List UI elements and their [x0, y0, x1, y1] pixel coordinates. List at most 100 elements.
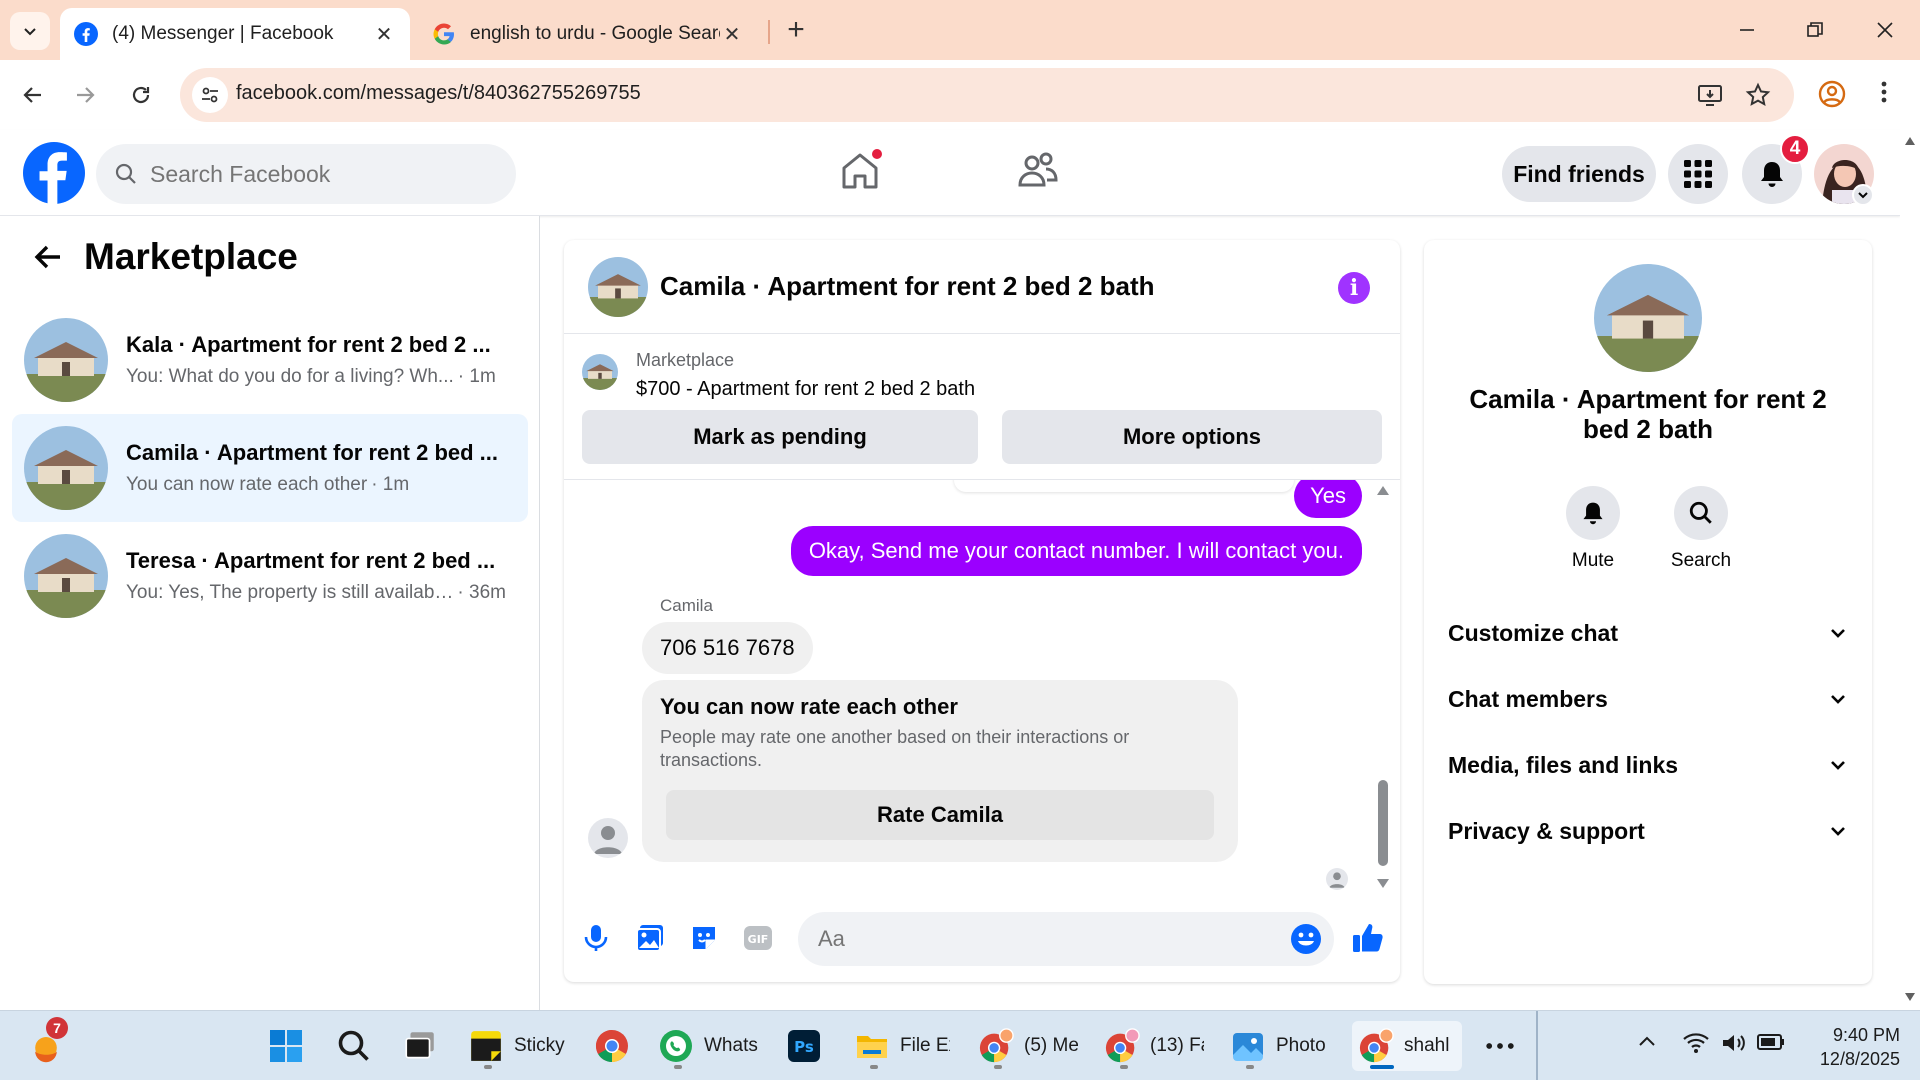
- message-input-box[interactable]: [798, 912, 1334, 966]
- more-options-button[interactable]: More options: [1002, 410, 1382, 464]
- bell-icon: [1761, 162, 1783, 187]
- facebook-logo[interactable]: [23, 142, 85, 204]
- chevron-down-icon: [1858, 192, 1868, 199]
- home-tab[interactable]: [838, 148, 882, 197]
- outgoing-message[interactable]: Okay, Send me your contact number. I wil…: [790, 526, 1362, 576]
- incoming-message[interactable]: 706 516 7678: [642, 622, 813, 674]
- taskbar-app-file-explorer[interactable]: File Ex: [848, 1021, 956, 1071]
- volume-button[interactable]: [1720, 1031, 1748, 1055]
- bookmark-button[interactable]: [1744, 81, 1772, 109]
- facebook-search[interactable]: [96, 144, 516, 204]
- taskbar-app-chrome-messenger[interactable]: (5) Me: [972, 1021, 1084, 1071]
- info-icon[interactable]: i: [1338, 272, 1370, 304]
- like-button[interactable]: [1348, 918, 1388, 958]
- find-friends-button[interactable]: Find friends: [1502, 146, 1656, 202]
- message-input[interactable]: [818, 926, 1278, 952]
- battery-button[interactable]: [1756, 1031, 1786, 1053]
- preview-message: You: Yes, The property is still availabl…: [126, 582, 454, 603]
- preview-message: You: What do you do for a living? Wh...: [126, 366, 454, 387]
- privacy-support-section[interactable]: Privacy & support: [1448, 806, 1848, 856]
- taskbar-app-chrome-active[interactable]: shahl: [1352, 1021, 1462, 1071]
- install-app-button[interactable]: [1696, 81, 1724, 109]
- show-hidden-icons-button[interactable]: [1636, 1031, 1658, 1053]
- chrome-profile-icon: [1359, 1028, 1394, 1063]
- listing-title[interactable]: $700 - Apartment for rent 2 bed 2 bath: [636, 378, 975, 401]
- rate-camila-button[interactable]: Rate Camila: [666, 790, 1214, 840]
- minimize-button[interactable]: [1722, 8, 1772, 52]
- task-view-button[interactable]: [396, 1021, 444, 1071]
- taskbar-app-label: File Ex: [900, 1035, 950, 1056]
- chrome-profile-icon: [1105, 1028, 1140, 1063]
- address-bar[interactable]: facebook.com/messages/t/840362755269755: [180, 68, 1794, 122]
- conversation-item-teresa[interactable]: Teresa · Apartment for rent 2 bed ... Yo…: [12, 522, 528, 630]
- scroll-down-icon[interactable]: [1904, 992, 1916, 1002]
- voice-clip-button[interactable]: [576, 918, 616, 958]
- close-tab-icon[interactable]: ✕: [372, 22, 396, 46]
- sticker-icon: [693, 927, 715, 949]
- attach-media-button[interactable]: [630, 918, 670, 958]
- emoji-icon[interactable]: [1290, 923, 1322, 955]
- star-icon: [1745, 82, 1771, 107]
- conversation-item-kala[interactable]: Kala · Apartment for rent 2 bed 2 ... Yo…: [12, 306, 528, 414]
- running-indicator: [1120, 1065, 1128, 1069]
- taskbar-app-chrome[interactable]: [588, 1021, 636, 1071]
- mark-as-pending-button[interactable]: Mark as pending: [582, 410, 978, 464]
- sticker-button[interactable]: [684, 918, 724, 958]
- chat-title[interactable]: Camila · Apartment for rent 2 bed 2 bath: [660, 271, 1155, 302]
- taskbar-separator: [1536, 1011, 1538, 1080]
- search-input[interactable]: [150, 160, 480, 188]
- taskbar-app-chrome-facebook[interactable]: (13) Fa: [1098, 1021, 1210, 1071]
- outgoing-message[interactable]: Yes: [1294, 480, 1362, 518]
- chat-scrollbar[interactable]: [1374, 480, 1392, 898]
- taskbar-search-button[interactable]: [330, 1021, 378, 1071]
- scroll-down-icon[interactable]: [1376, 878, 1390, 890]
- chat-avatar[interactable]: [588, 256, 648, 317]
- reload-icon: [132, 86, 150, 104]
- gif-button[interactable]: GIF: [738, 918, 778, 958]
- sender-avatar[interactable]: [588, 818, 628, 858]
- weather-badge: 7: [46, 1017, 68, 1039]
- chrome-profile-button[interactable]: [1818, 80, 1846, 113]
- chrome-menu-button[interactable]: [1870, 78, 1898, 111]
- network-button[interactable]: [1682, 1031, 1710, 1055]
- taskbar-app-photoshop[interactable]: Ps: [780, 1021, 828, 1071]
- taskbar-overflow-button[interactable]: [1476, 1021, 1524, 1071]
- reload-button[interactable]: [120, 74, 162, 116]
- default-avatar-icon: [594, 826, 622, 854]
- taskbar-app-whatsapp[interactable]: Whats: [652, 1021, 768, 1071]
- tab-google-search[interactable]: english to urdu - Google Search ✕: [418, 8, 758, 60]
- customize-chat-section[interactable]: Customize chat: [1448, 608, 1848, 658]
- details-avatar[interactable]: [1594, 264, 1702, 372]
- account-menu-chevron[interactable]: [1852, 184, 1874, 206]
- scroll-up-icon[interactable]: [1376, 484, 1390, 496]
- media-files-links-section[interactable]: Media, files and links: [1448, 740, 1848, 790]
- conversation-item-camila[interactable]: Camila · Apartment for rent 2 bed ... Yo…: [12, 414, 528, 522]
- forward-button[interactable]: [64, 74, 106, 116]
- preview-time: · 1m: [457, 366, 496, 387]
- menu-button[interactable]: [1668, 144, 1728, 204]
- system-clock[interactable]: 9:40 PM 12/8/2025: [1800, 1023, 1900, 1071]
- listing-thumbnail[interactable]: [582, 354, 618, 390]
- new-tab-button[interactable]: +: [778, 12, 814, 48]
- tab-search-button[interactable]: [10, 12, 50, 50]
- start-button[interactable]: [262, 1021, 310, 1071]
- back-button[interactable]: [12, 74, 54, 116]
- friends-tab[interactable]: [1016, 148, 1060, 197]
- page-scrollbar[interactable]: [1900, 130, 1920, 1010]
- mute-button[interactable]: [1566, 486, 1620, 540]
- taskbar-app-photos[interactable]: Photo: [1224, 1021, 1338, 1071]
- close-window-button[interactable]: [1860, 8, 1910, 52]
- site-info-button[interactable]: [192, 77, 228, 113]
- scroll-up-icon[interactable]: [1904, 136, 1916, 146]
- close-tab-icon[interactable]: ✕: [720, 22, 744, 46]
- search-action[interactable]: Search: [1646, 486, 1756, 572]
- chat-members-section[interactable]: Chat members: [1448, 674, 1848, 724]
- search-in-chat-button[interactable]: [1674, 486, 1728, 540]
- tab-messenger[interactable]: (4) Messenger | Facebook ✕: [60, 8, 410, 60]
- back-button[interactable]: [30, 239, 66, 275]
- mute-action[interactable]: Mute: [1538, 486, 1648, 572]
- taskbar-app-sticky-notes[interactable]: Sticky: [462, 1021, 574, 1071]
- scrollbar-thumb[interactable]: [1378, 780, 1388, 866]
- restore-button[interactable]: [1790, 8, 1840, 52]
- profile-icon: [1818, 80, 1846, 108]
